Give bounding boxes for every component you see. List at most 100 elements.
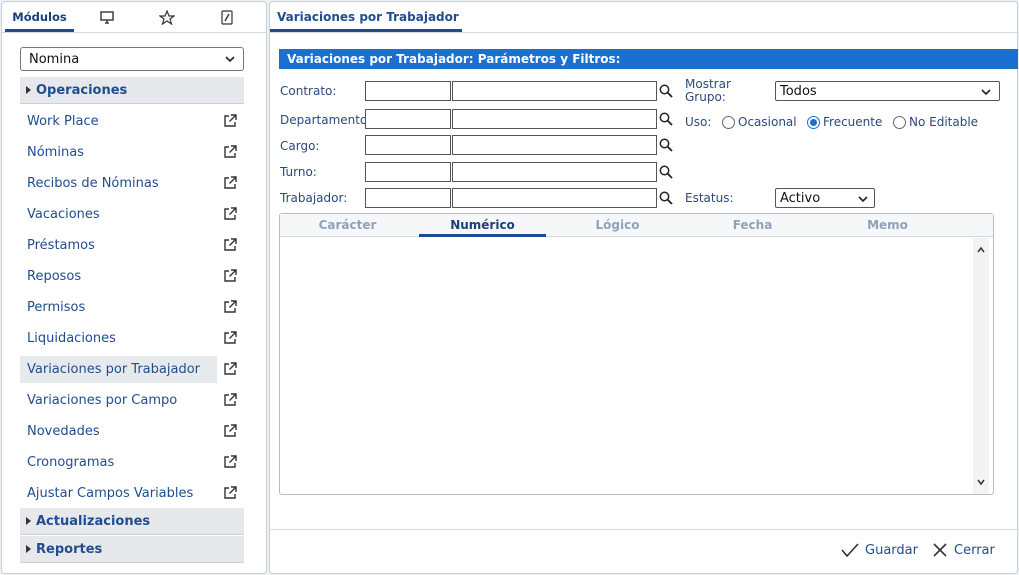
- save-label: Guardar: [865, 542, 918, 558]
- external-link-icon[interactable]: [223, 207, 237, 221]
- check-icon: [841, 543, 859, 558]
- external-link-icon[interactable]: [223, 176, 237, 190]
- label-grupo: Grupo:: [685, 90, 726, 104]
- label-turno: Turno:: [280, 165, 317, 179]
- external-link-icon[interactable]: [223, 300, 237, 314]
- menu-item-work-place[interactable]: Work Place: [20, 108, 217, 135]
- section-label: Actualizaciones: [36, 513, 151, 529]
- trabajador-code-input[interactable]: [365, 188, 451, 208]
- save-button[interactable]: Guardar: [841, 542, 918, 558]
- menu-item-liquidaciones[interactable]: Liquidaciones: [20, 325, 217, 352]
- menu-item-vacaciones[interactable]: Vacaciones: [20, 201, 217, 228]
- external-link-icon[interactable]: [223, 424, 237, 438]
- chevron-down-icon: [858, 196, 868, 203]
- search-icon[interactable]: [659, 84, 673, 98]
- modules-panel: Módulos Nomina Operaciones Work Place Nóm…: [1, 1, 267, 574]
- chevron-down-icon[interactable]: [975, 476, 987, 488]
- radio-label: Frecuente: [823, 115, 883, 129]
- label-mostrar-grupo: Mostrar Grupo:: [685, 78, 731, 104]
- variables-grid: Carácter Numérico Lógico Fecha Memo: [279, 213, 994, 495]
- monitor-icon[interactable]: [94, 2, 120, 32]
- mostrar-grupo-value: Todos: [780, 83, 817, 99]
- module-select-value: Nomina: [29, 51, 80, 67]
- external-link-icon[interactable]: [223, 362, 237, 376]
- external-link-icon[interactable]: [223, 486, 237, 500]
- label-contrato: Contrato:: [280, 84, 337, 98]
- label-mostrar: Mostrar: [685, 77, 731, 91]
- wrench-icon[interactable]: [214, 2, 240, 32]
- cargo-desc-input[interactable]: [452, 135, 657, 155]
- search-icon[interactable]: [659, 138, 673, 152]
- variations-window: Variaciones por Trabajador Variaciones p…: [269, 1, 1018, 574]
- menu-item-prestamos[interactable]: Préstamos: [20, 232, 217, 259]
- external-link-icon[interactable]: [223, 114, 237, 128]
- search-icon[interactable]: [659, 191, 673, 205]
- tab-divider: [270, 32, 1017, 33]
- section-header: Variaciones por Trabajador: Parámetros y…: [279, 49, 1018, 69]
- menu-item-reposos[interactable]: Reposos: [20, 263, 217, 290]
- contrato-desc-input[interactable]: [452, 81, 657, 101]
- caret-right-icon: [26, 545, 31, 553]
- contrato-code-input[interactable]: [365, 81, 451, 101]
- external-link-icon[interactable]: [223, 455, 237, 469]
- radio-label: No Editable: [909, 115, 979, 129]
- radio-circle: [722, 115, 735, 129]
- radio-circle-selected: [807, 115, 820, 129]
- cargo-code-input[interactable]: [365, 135, 451, 155]
- trabajador-desc-input[interactable]: [452, 188, 657, 208]
- external-link-icon[interactable]: [223, 238, 237, 252]
- tab-numerico[interactable]: Numérico: [419, 214, 546, 237]
- tab-memo[interactable]: Memo: [824, 214, 951, 236]
- chevron-up-icon[interactable]: [975, 244, 987, 256]
- external-link-icon[interactable]: [223, 331, 237, 345]
- section-reportes[interactable]: Reportes: [20, 536, 244, 563]
- modules-tabbar: Módulos: [2, 2, 266, 33]
- external-link-icon[interactable]: [223, 393, 237, 407]
- chevron-down-icon: [225, 56, 235, 63]
- section-operaciones[interactable]: Operaciones: [20, 77, 244, 104]
- grid-scrollbar[interactable]: [973, 238, 989, 494]
- module-select[interactable]: Nomina: [20, 47, 244, 71]
- menu-item-variaciones-por-trabajador[interactable]: Variaciones por Trabajador: [20, 356, 217, 383]
- footer-divider: [270, 529, 1017, 530]
- estatus-select[interactable]: Activo: [775, 188, 875, 208]
- departamento-desc-input[interactable]: [452, 109, 657, 129]
- turno-code-input[interactable]: [365, 162, 451, 182]
- label-uso: Uso:: [685, 115, 712, 129]
- tab-variaciones-trabajador[interactable]: Variaciones por Trabajador: [270, 2, 462, 32]
- menu-item-cronogramas[interactable]: Cronogramas: [20, 449, 217, 476]
- external-link-icon[interactable]: [223, 145, 237, 159]
- tab-caracter[interactable]: Carácter: [284, 214, 411, 236]
- menu-item-novedades[interactable]: Novedades: [20, 418, 217, 445]
- turno-desc-input[interactable]: [452, 162, 657, 182]
- tab-modules[interactable]: Módulos: [5, 2, 74, 32]
- radio-circle: [893, 115, 906, 129]
- menu-item-recibos-de-nominas[interactable]: Recibos de Nóminas: [20, 170, 217, 197]
- external-link-icon[interactable]: [223, 269, 237, 283]
- search-icon[interactable]: [659, 112, 673, 126]
- close-button[interactable]: Cerrar: [932, 542, 995, 558]
- menu-item-nominas[interactable]: Nóminas: [20, 139, 217, 166]
- menu-item-permisos[interactable]: Permisos: [20, 294, 217, 321]
- tab-logico[interactable]: Lógico: [554, 214, 681, 236]
- close-label: Cerrar: [954, 542, 995, 558]
- estatus-value: Activo: [780, 190, 821, 206]
- menu-item-ajustar-campos-variables[interactable]: Ajustar Campos Variables: [20, 480, 217, 507]
- radio-frecuente[interactable]: Frecuente: [807, 115, 882, 129]
- mostrar-grupo-select[interactable]: Todos: [775, 81, 1000, 101]
- label-departamento: Departamento: [280, 113, 368, 127]
- radio-ocasional[interactable]: Ocasional: [722, 115, 797, 129]
- tab-fecha[interactable]: Fecha: [689, 214, 816, 236]
- search-icon[interactable]: [659, 165, 673, 179]
- caret-right-icon: [26, 517, 31, 525]
- label-trabajador: Trabajador:: [280, 191, 348, 205]
- chevron-down-icon: [981, 89, 991, 96]
- label-cargo: Cargo:: [280, 139, 320, 153]
- section-actualizaciones[interactable]: Actualizaciones: [20, 508, 244, 535]
- radio-no-editable[interactable]: No Editable: [893, 115, 978, 129]
- departamento-code-input[interactable]: [365, 109, 451, 129]
- grid-tabbar: Carácter Numérico Lógico Fecha Memo: [280, 214, 993, 237]
- star-icon[interactable]: [154, 2, 180, 32]
- label-estatus: Estatus:: [685, 191, 734, 205]
- menu-item-variaciones-por-campo[interactable]: Variaciones por Campo: [20, 387, 217, 414]
